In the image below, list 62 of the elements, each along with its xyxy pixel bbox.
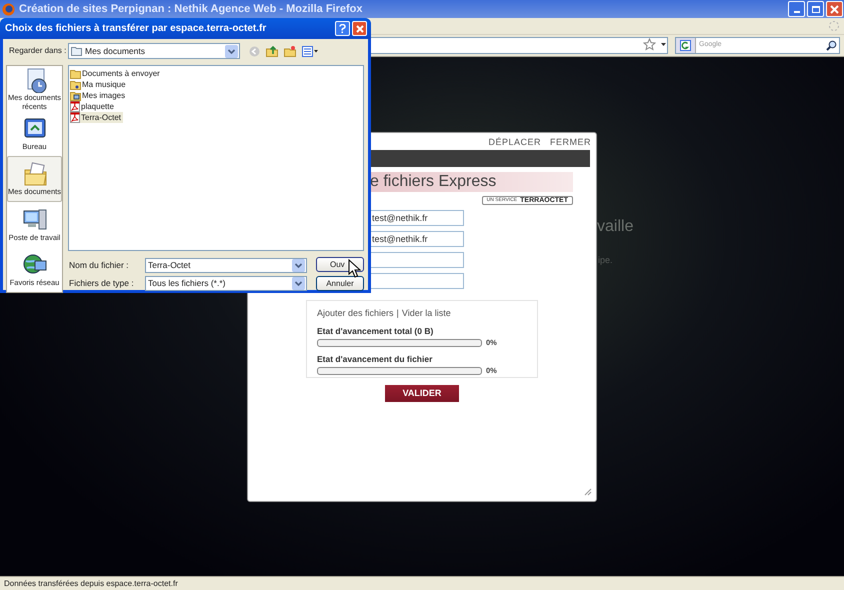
file-name-field[interactable]: Terra-Octet [145, 258, 307, 273]
look-in-dropdown[interactable]: Mes documents [68, 43, 240, 59]
background-text: ipe. [598, 254, 613, 267]
firefox-icon [2, 2, 15, 16]
search-engine-icon [680, 40, 691, 51]
file-name: Ma musique [82, 78, 126, 90]
file-name: Mes images [82, 90, 126, 102]
progress-label: Etat d'avancement total (0 B) [317, 324, 434, 338]
dialog-title: Choix des fichiers à transférer par espace.terra-octet.fr [5, 22, 266, 36]
file-item[interactable]: Ma musique [70, 79, 128, 90]
panel-link[interactable]: FERMER [550, 136, 591, 150]
field-label: Fichiers de type : [69, 277, 135, 290]
email-field[interactable]: test@nethik.fr [370, 231, 464, 247]
up-folder-icon[interactable] [266, 45, 278, 57]
cancel-button[interactable]: Annuler [316, 276, 364, 291]
minimize-button[interactable] [788, 1, 805, 17]
file-name: Terra-Octet [81, 112, 122, 124]
field-value: Tous les fichiers (*.*) [148, 277, 226, 290]
panel-title: e fichiers Express [370, 172, 573, 192]
file-item[interactable]: Terra-Octet [70, 112, 124, 123]
help-button[interactable] [335, 21, 350, 36]
music-folder-icon [70, 80, 81, 90]
question-mark-icon [339, 24, 346, 33]
dropdown-arrow-icon[interactable] [661, 43, 666, 46]
file-item[interactable]: Documents à envoyer [70, 68, 162, 79]
file-link[interactable]: Vider la liste [402, 307, 451, 320]
email-field[interactable] [370, 252, 464, 268]
restore-button[interactable] [807, 1, 824, 17]
field-value: Terra-Octet [148, 259, 191, 272]
close-icon [830, 4, 839, 14]
panel-link[interactable]: DÉPLACER [488, 136, 541, 150]
search-engine-button[interactable] [676, 38, 696, 53]
picture-folder-icon [70, 90, 81, 100]
view-menu-icon[interactable] [302, 46, 318, 56]
search-icon[interactable] [826, 40, 837, 51]
star-icon[interactable] [643, 38, 656, 51]
look-in-label: Regarder dans : [9, 45, 68, 57]
file-item[interactable]: plaquette [70, 101, 116, 112]
field-label: Nom du fichier : [69, 259, 130, 272]
resize-grip-icon[interactable] [584, 488, 592, 496]
file-link[interactable]: Ajouter des fichiers [317, 307, 394, 320]
link-separator: | [396, 307, 399, 320]
email-field[interactable] [370, 273, 464, 289]
close-icon [356, 24, 364, 32]
window-title: Création de sites Perpignan : Nethik Agence Web - Mozilla Firefox [19, 2, 363, 17]
file-item[interactable]: Mes images [70, 90, 128, 101]
file-name: plaquette [81, 100, 114, 112]
submit-button[interactable]: VALIDER [385, 385, 459, 402]
look-in-value: Mes documents [85, 44, 145, 58]
mouse-cursor-icon [348, 259, 361, 279]
folder-icon [70, 68, 81, 78]
background-heading: vaille [597, 217, 634, 237]
progress-label: Etat d'avancement du fichier [317, 352, 434, 366]
file-type-dropdown[interactable]: Tous les fichiers (*.*) [145, 276, 307, 291]
status-text: Données transférées depuis espace.terra-octet.fr [4, 578, 178, 590]
close-button[interactable] [352, 21, 367, 36]
throbber-icon [828, 20, 840, 32]
document-folder-icon [22, 161, 48, 188]
file-name: Documents à envoyer [82, 68, 160, 80]
email-field[interactable]: test@nethik.fr [370, 210, 464, 226]
new-folder-icon[interactable] [284, 45, 296, 57]
close-button[interactable] [826, 1, 843, 17]
